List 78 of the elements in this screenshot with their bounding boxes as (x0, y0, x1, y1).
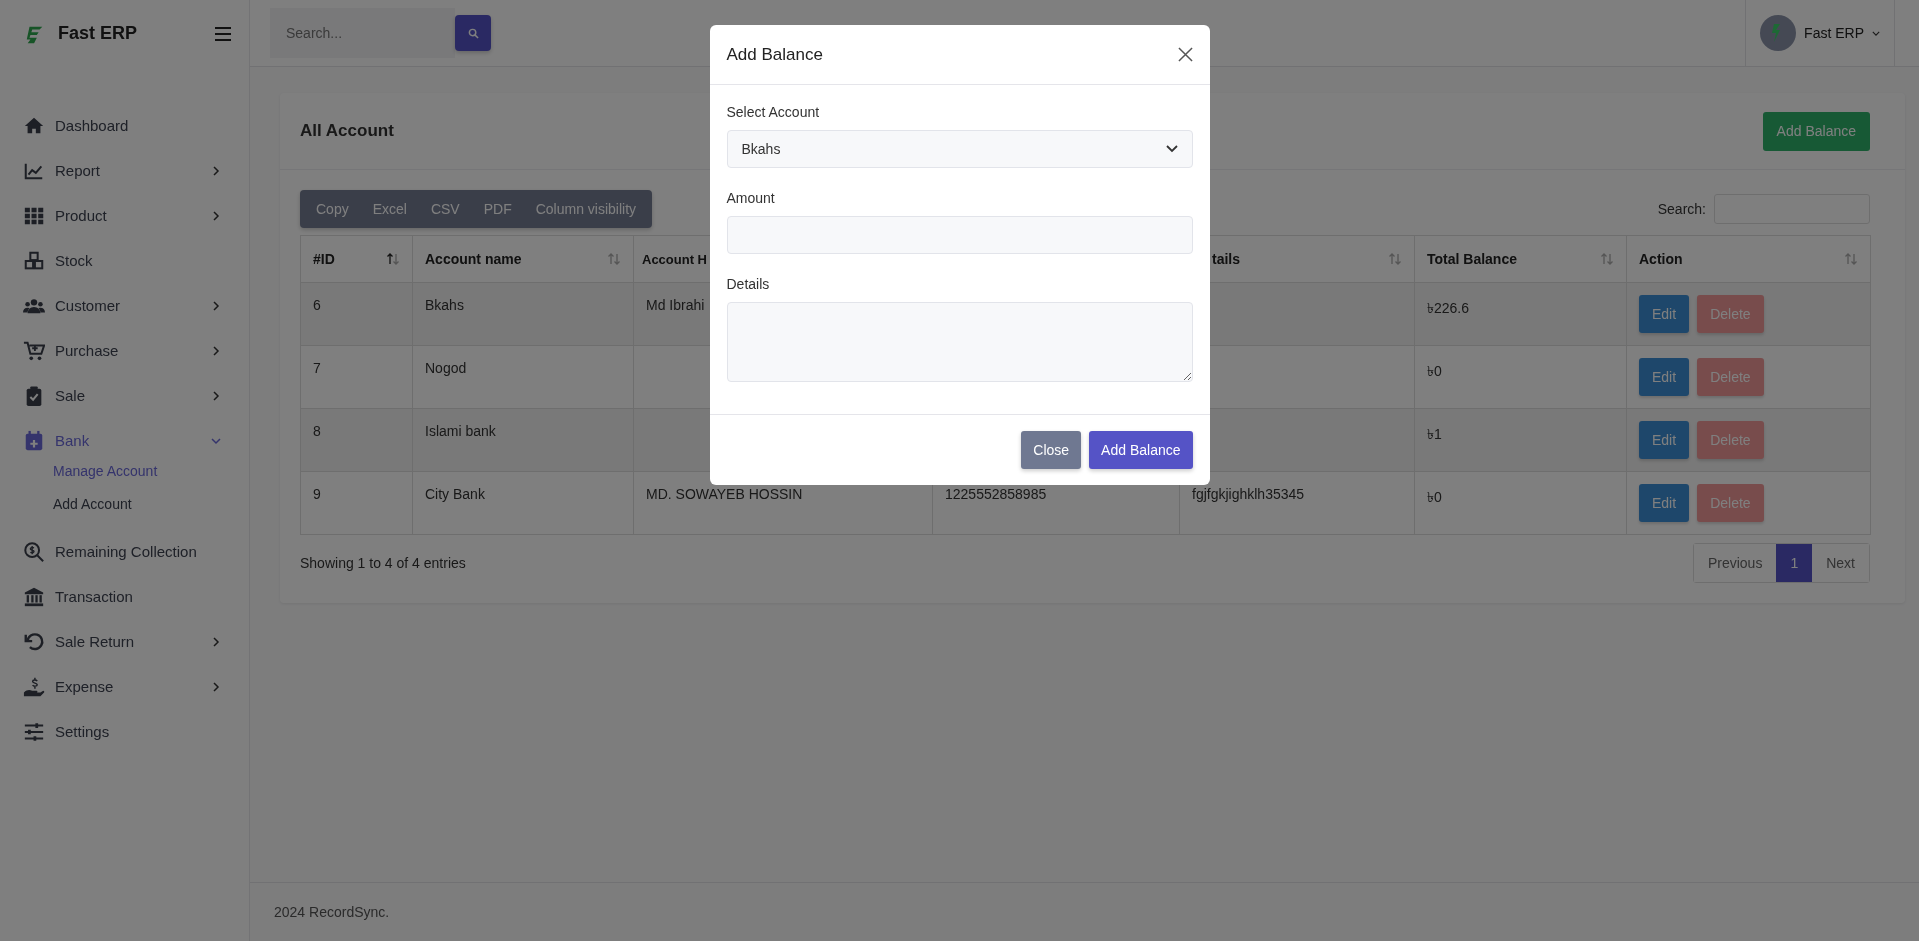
hand-coin-icon (23, 675, 45, 698)
calendar-plus-icon (23, 429, 45, 452)
search-dollar-icon (23, 540, 45, 563)
table-cell: Bkahs (425, 297, 464, 313)
sliders-icon (23, 720, 45, 743)
entries-info: Showing 1 to 4 of 4 entries (300, 555, 466, 571)
column-header[interactable]: Account H (642, 251, 707, 267)
column-header[interactable]: #ID (313, 251, 335, 267)
sidebar-item[interactable]: Transaction (0, 574, 249, 619)
edit-button[interactable]: Edit (1639, 295, 1690, 333)
field-label: Amount (726, 190, 776, 206)
sidebar-item[interactable]: Customer (0, 283, 249, 328)
table-cell: 9 (313, 486, 321, 502)
table-cell: ৳226.6 (1427, 300, 1470, 316)
bank-icon (23, 585, 45, 608)
sidebar-item[interactable]: Settings (0, 709, 249, 754)
chevron-icon (1165, 145, 1178, 153)
column-header[interactable]: Account name (425, 251, 522, 267)
search-button[interactable] (455, 15, 491, 51)
column-header[interactable]: Action (1639, 251, 1683, 267)
table-cell: City Bank (425, 486, 485, 502)
table-cell: fgjfgkjighklh35345 (1192, 486, 1305, 502)
submenu-item[interactable]: Add Account (0, 492, 132, 525)
field-label: Details (726, 276, 771, 292)
sort-icon[interactable] (386, 253, 400, 265)
sidebar-item[interactable]: Sale (0, 373, 249, 418)
sidebar-item[interactable]: Stock (0, 238, 249, 283)
table-cell: ৳1 (1427, 426, 1442, 442)
table-cell: ৳0 (1427, 363, 1442, 379)
pagination-button[interactable]: 1 (1776, 544, 1813, 582)
sidebar-item[interactable]: Purchase (0, 328, 249, 373)
caret-icon (1872, 30, 1880, 36)
add-balance-button[interactable]: Add Balance (1762, 111, 1870, 151)
dialog-title: Add Balance (726, 44, 823, 65)
table-cell: Islami bank (425, 423, 496, 439)
table-cell: Nogod (425, 360, 467, 376)
table-cell: 8 (313, 423, 321, 439)
edit-button[interactable]: Edit (1639, 484, 1690, 522)
search-field[interactable]: Search... (270, 8, 455, 58)
avatar-icon (1760, 15, 1797, 51)
field-label: Select Account (726, 104, 821, 120)
sidebar-item[interactable]: Dashboard (0, 103, 249, 148)
close-button[interactable]: Close (1021, 431, 1082, 469)
account-select[interactable]: Bkahs (726, 130, 1193, 168)
user-menu[interactable]: Fast ERP (1745, 0, 1895, 67)
undo-icon (23, 630, 45, 653)
table-cell: ৳0 (1427, 489, 1442, 505)
search-label: Search: (1657, 201, 1706, 217)
export-button[interactable]: Column visibility (523, 190, 649, 228)
table-cell: 6 (313, 297, 321, 313)
sidebar-item[interactable]: Report (0, 148, 249, 193)
submit-button[interactable]: Add Balance (1089, 431, 1193, 469)
details-field[interactable] (726, 302, 1193, 382)
sidebar-item[interactable]: Product (0, 193, 249, 238)
cubes-icon (23, 249, 45, 272)
sidebar-item[interactable]: Sale Return (0, 619, 249, 664)
export-button[interactable]: Copy (304, 190, 361, 228)
sidebar-item[interactable]: Remaining Collection (0, 529, 249, 574)
amount-field[interactable] (726, 216, 1193, 254)
search-icon (467, 27, 479, 39)
column-header[interactable]: Total Balance (1427, 251, 1517, 267)
table-cell: 1225552858985 (945, 486, 1047, 502)
brand-name: Fast ERP (58, 23, 139, 44)
export-button[interactable]: CSV (418, 190, 472, 228)
export-button[interactable]: PDF (471, 190, 524, 228)
edit-button[interactable]: Edit (1639, 421, 1690, 459)
copyright-text: 2024 RecordSync. (274, 904, 390, 920)
close-icon[interactable] (1177, 47, 1193, 62)
table-cell: 7 (313, 360, 321, 376)
card-title: All Account (300, 121, 394, 141)
export-button[interactable]: Excel (360, 190, 419, 228)
column-header[interactable]: tails (1212, 251, 1240, 267)
cart-icon (23, 339, 45, 362)
table-cell: Md Ibrahi (646, 297, 705, 313)
sidebar-item[interactable]: Expense (0, 664, 249, 709)
table-cell: MD. SOWAYEB HOSSIN (646, 486, 803, 502)
edit-button[interactable]: Edit (1639, 358, 1690, 396)
menu-icon[interactable] (215, 26, 231, 41)
